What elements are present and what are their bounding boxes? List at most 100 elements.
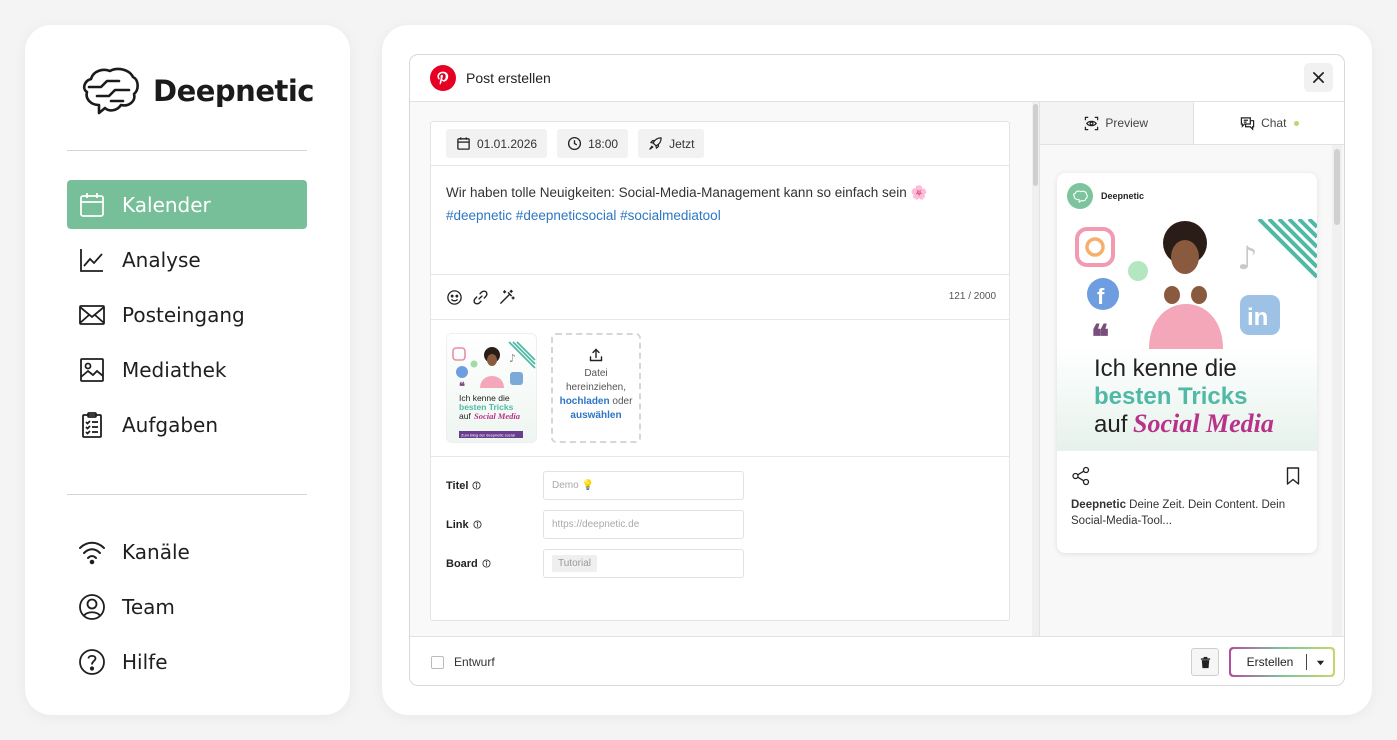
image-icon: [80, 357, 104, 382]
title-field-row: Titel Demo 💡: [431, 471, 1009, 500]
link-input[interactable]: https://deepnetic.de: [543, 510, 744, 539]
thumbnail-text-line3a: auf: [459, 411, 471, 421]
title-label: Titel: [446, 479, 469, 492]
pin-image-line1: Ich kenne die: [1094, 355, 1237, 382]
sidebar-item-team[interactable]: Team: [67, 582, 307, 631]
preview-body: Deepnetic f ♪ in ❝ Ich kenne die besten …: [1040, 145, 1344, 636]
pin-image-line3a: auf: [1094, 411, 1128, 438]
sidebar-item-analyse[interactable]: Analyse: [67, 235, 307, 284]
main-nav: Kalender Analyse Posteingang Mediathek A…: [67, 180, 307, 455]
thumbnail-text-line3b: Social Media: [474, 411, 521, 421]
tab-preview[interactable]: Preview: [1040, 102, 1194, 144]
pin-header: Deepnetic: [1057, 173, 1317, 219]
svg-text:❝: ❝: [459, 380, 465, 393]
pin-image: f ♪ in ❝ Ich kenne die besten Tricks auf…: [1057, 219, 1317, 451]
sidebar-divider-bottom: [67, 494, 307, 495]
upload-link[interactable]: hochladen: [560, 396, 610, 407]
chat-icon: [1240, 116, 1255, 131]
pin-fields: Titel Demo 💡 Link https://deepnetic.de B…: [431, 457, 1009, 578]
schedule-row: 01.01.2026 18:00 Jetzt: [431, 122, 1009, 166]
trash-icon: [1200, 656, 1210, 668]
svg-text:♪: ♪: [1237, 239, 1257, 277]
select-file-link[interactable]: auswählen: [570, 409, 621, 423]
svg-text:f: f: [1097, 284, 1105, 309]
upload-dropzone[interactable]: Datei hereinziehen, hochladen oder auswä…: [551, 333, 641, 443]
help-circle-icon: [79, 648, 105, 675]
sidebar-item-aufgaben[interactable]: Aufgaben: [67, 400, 307, 449]
board-tag: Tutorial: [552, 555, 597, 572]
chat-status-dot: [1294, 120, 1300, 126]
media-thumbnail[interactable]: ♪ ❝ Ich kenne die besten Tricks auf Soci…: [446, 333, 537, 443]
close-button[interactable]: [1304, 63, 1333, 92]
pinterest-icon: [430, 65, 456, 91]
svg-text:in: in: [1247, 304, 1268, 331]
sidebar-item-kanaele[interactable]: Kanäle: [67, 527, 307, 576]
rocket-icon: [649, 137, 662, 150]
secondary-nav: Kanäle Team Hilfe: [67, 527, 307, 692]
pin-description: Deepnetic Deine Zeit. Dein Content. Dein…: [1057, 497, 1317, 529]
emoji-icon[interactable]: [446, 289, 463, 306]
date-value: 01.01.2026: [477, 136, 538, 151]
info-icon: [472, 481, 481, 490]
pin-image-line3b: Social Media: [1133, 409, 1274, 438]
title-placeholder: Demo 💡: [552, 480, 594, 491]
sidebar-item-posteingang[interactable]: Posteingang: [67, 290, 307, 339]
post-hashtags: #deepnetic #deepneticsocial #socialmedia…: [446, 208, 721, 223]
link-field-row: Link https://deepnetic.de: [431, 510, 1009, 539]
bookmark-icon[interactable]: [1283, 466, 1303, 486]
checkbox-box[interactable]: [431, 655, 444, 669]
draft-label: Entwurf: [454, 655, 495, 669]
svg-text:❝: ❝: [1091, 318, 1109, 358]
board-select[interactable]: Tutorial: [543, 549, 744, 578]
link-icon[interactable]: [472, 289, 489, 306]
modal-footer: Entwurf Erstellen: [410, 636, 1344, 685]
create-button[interactable]: Erstellen: [1229, 647, 1335, 677]
media-row: ♪ ❝ Ich kenne die besten Tricks auf Soci…: [431, 320, 1009, 457]
info-icon: [473, 520, 482, 529]
pin-actions: [1057, 451, 1317, 497]
create-dropdown-toggle[interactable]: [1307, 658, 1333, 667]
now-chip[interactable]: Jetzt: [638, 129, 705, 158]
clipboard-list-icon: [82, 411, 102, 438]
magic-wand-icon[interactable]: [498, 289, 515, 306]
sidebar: Deepnetic Kalender Analyse Posteingang M…: [25, 25, 350, 715]
calendar-icon: [80, 192, 104, 217]
preview-scrollbar[interactable]: [1332, 145, 1342, 636]
create-post-modal: Post erstellen 01.01.2026 18:00 Jetzt Wi…: [409, 54, 1345, 686]
pin-image-line2: besten Tricks: [1094, 383, 1247, 410]
sidebar-item-mediathek[interactable]: Mediathek: [67, 345, 307, 394]
eye-scan-icon: [1085, 116, 1099, 130]
upload-icon: [589, 348, 603, 362]
modal-header: Post erstellen: [410, 55, 1344, 102]
create-label: Erstellen: [1246, 655, 1294, 669]
link-label: Link: [446, 518, 469, 531]
delete-button[interactable]: [1191, 648, 1219, 676]
tab-preview-label: Preview: [1105, 116, 1149, 130]
info-icon: [482, 559, 491, 568]
time-chip[interactable]: 18:00: [557, 129, 629, 158]
upload-text-line1: Datei: [584, 368, 608, 379]
avatar: [1067, 183, 1093, 209]
sidebar-item-label: Aufgaben: [122, 412, 219, 437]
brand-logo[interactable]: Deepnetic: [79, 65, 314, 117]
pin-artwork: f ♪ in ❝ Ich kenne die besten Tricks auf…: [1075, 219, 1317, 438]
editor-toolbar: 121 / 2000: [431, 275, 1009, 320]
thumbnail-banner-text: Zum Blog der deepnetic social: [461, 433, 515, 438]
sidebar-item-kalender[interactable]: Kalender: [67, 180, 307, 229]
board-field-row: Board Tutorial: [431, 549, 1009, 578]
clock-icon: [567, 136, 582, 151]
share-icon[interactable]: [1071, 466, 1091, 486]
editor-scrollbar[interactable]: [1032, 102, 1039, 636]
title-input[interactable]: Demo 💡: [543, 471, 744, 500]
link-placeholder: https://deepnetic.de: [552, 519, 640, 530]
date-chip[interactable]: 01.01.2026: [446, 129, 548, 158]
tab-chat[interactable]: Chat: [1194, 102, 1345, 144]
draft-checkbox[interactable]: Entwurf: [431, 655, 495, 669]
brain-logo-icon: [82, 67, 139, 115]
sidebar-item-hilfe[interactable]: Hilfe: [67, 637, 307, 686]
time-value: 18:00: [588, 136, 619, 151]
sidebar-item-label: Kalender: [122, 192, 211, 217]
post-text-editor[interactable]: Wir haben tolle Neuigkeiten: Social-Medi…: [431, 166, 1009, 275]
modal-title: Post erstellen: [466, 70, 551, 86]
main-panel: Post erstellen 01.01.2026 18:00 Jetzt Wi…: [382, 25, 1372, 715]
